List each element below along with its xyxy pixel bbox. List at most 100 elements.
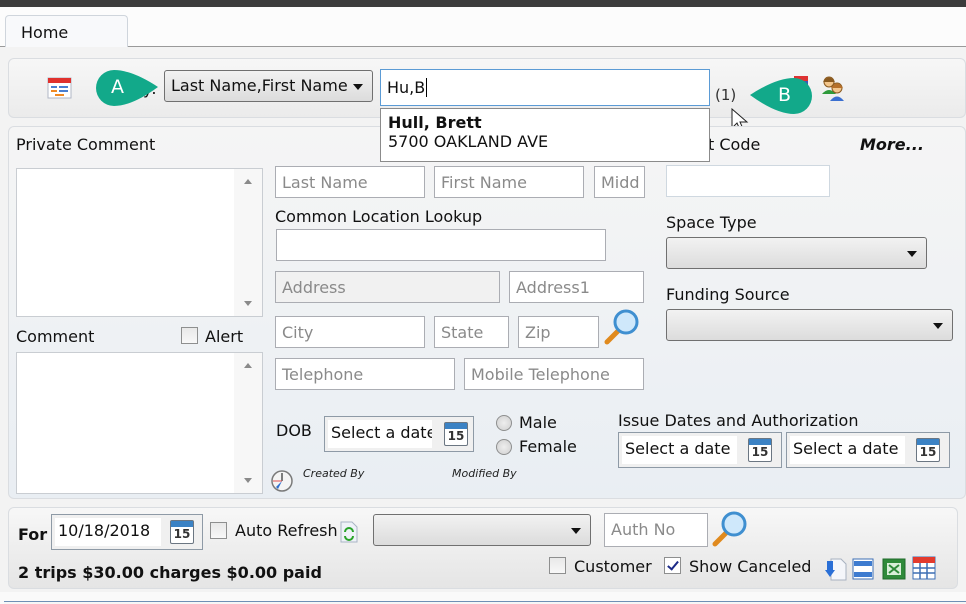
auto-refresh-label: Auto Refresh — [235, 521, 338, 540]
users-icon[interactable] — [820, 74, 848, 102]
more-link[interactable]: More... — [860, 135, 924, 154]
search-input[interactable]: Hu,B — [380, 69, 710, 106]
suggestion-name[interactable]: Hull, Brett — [388, 113, 709, 132]
table-icon[interactable] — [912, 556, 936, 580]
address-field[interactable]: Address — [275, 271, 500, 303]
scroll-down-icon[interactable] — [244, 301, 252, 306]
male-label: Male — [519, 413, 557, 432]
result-count: (1) — [715, 86, 737, 104]
search-suggestion-popup: Hull, Brett 5700 OAKLAND AVE — [380, 108, 710, 162]
show-canceled-checkbox[interactable] — [664, 557, 681, 574]
show-canceled-label: Show Canceled — [689, 557, 812, 576]
tab-home-label: Home — [21, 23, 69, 42]
female-radio[interactable] — [496, 439, 512, 455]
telephone-placeholder: Telephone — [282, 365, 364, 384]
address-search-icon[interactable] — [603, 308, 641, 346]
scroll-down-icon[interactable] — [244, 478, 252, 483]
address1-field[interactable]: Address1 — [509, 271, 644, 303]
text-cursor — [426, 78, 428, 97]
calendar-icon[interactable]: 15 — [170, 520, 194, 544]
scroll-up-icon[interactable] — [244, 363, 252, 368]
created-by-label: Created By — [303, 467, 365, 480]
auth-search-icon[interactable] — [711, 510, 749, 548]
issue-date-input[interactable]: Select a date — [622, 436, 737, 464]
male-radio[interactable] — [496, 415, 512, 431]
dob-input[interactable]: Select a date — [328, 420, 432, 448]
code-label: t Code — [708, 135, 761, 154]
mobile-telephone-field[interactable]: Mobile Telephone — [464, 358, 644, 390]
search-input-value: Hu,B — [387, 78, 426, 97]
dob-label: DOB — [276, 421, 312, 440]
trip-date-picker[interactable]: 10/18/2018 15 — [51, 514, 203, 550]
comment-scrollbar[interactable] — [234, 353, 262, 493]
calendar-list-icon[interactable] — [47, 77, 72, 99]
dob-datepicker[interactable]: Select a date 15 — [324, 416, 474, 452]
authorization-date-input[interactable]: Select a date — [790, 436, 905, 464]
city-placeholder: City — [282, 323, 314, 342]
callout-b-label: B — [778, 84, 792, 106]
state-placeholder: State — [441, 323, 484, 342]
first-name-field[interactable]: First Name — [434, 166, 584, 198]
refresh-icon[interactable] — [340, 521, 358, 543]
chevron-down-icon — [907, 251, 917, 257]
alert-checkbox[interactable] — [181, 327, 198, 344]
issue-date-picker[interactable]: Select a date 15 — [618, 432, 782, 468]
middle-name-field[interactable]: Midd — [594, 166, 645, 198]
female-label: Female — [519, 437, 577, 456]
private-comment-scrollbar[interactable] — [234, 169, 262, 316]
callout-a — [96, 70, 158, 106]
tab-home[interactable]: Home — [5, 15, 128, 47]
export-icon[interactable] — [825, 557, 847, 581]
middle-name-placeholder: Midd — [601, 173, 640, 192]
rows-icon[interactable] — [852, 558, 874, 580]
search-by-select[interactable]: Last Name,First Name — [164, 70, 373, 102]
history-icon[interactable] — [270, 469, 294, 493]
auth-no-placeholder: Auth No — [611, 520, 676, 539]
funding-source-label: Funding Source — [666, 285, 790, 304]
mobile-telephone-placeholder: Mobile Telephone — [471, 365, 610, 384]
calendar-icon[interactable]: 15 — [916, 438, 940, 462]
address1-placeholder: Address1 — [516, 278, 590, 297]
trip-summary: 2 trips $30.00 charges $0.00 paid — [18, 563, 322, 582]
common-location-input[interactable] — [276, 229, 606, 261]
trip-filter-select[interactable] — [373, 514, 591, 546]
auto-refresh-checkbox[interactable] — [210, 522, 227, 539]
modified-by-label: Modified By — [452, 467, 517, 480]
calendar-icon[interactable]: 15 — [444, 422, 468, 446]
address-placeholder: Address — [282, 278, 346, 297]
chevron-down-icon — [571, 528, 581, 534]
last-name-placeholder: Last Name — [282, 173, 368, 192]
funding-source-select[interactable] — [666, 309, 953, 341]
calendar-icon[interactable]: 15 — [748, 438, 772, 462]
excel-icon[interactable] — [882, 558, 906, 580]
comment-textarea[interactable] — [16, 352, 263, 494]
common-location-label: Common Location Lookup — [275, 207, 483, 226]
dob-placeholder: Select a date — [331, 423, 432, 442]
auth-no-field[interactable]: Auth No — [604, 513, 708, 547]
comment-label: Comment — [16, 327, 95, 346]
scroll-up-icon[interactable] — [244, 179, 252, 184]
trip-date-value: 10/18/2018 — [58, 521, 151, 540]
alert-label: Alert — [205, 327, 244, 346]
chevron-down-icon — [933, 323, 943, 329]
zip-field[interactable]: Zip — [518, 316, 599, 348]
suggestion-address[interactable]: 5700 OAKLAND AVE — [388, 132, 709, 151]
search-by-value: Last Name,First Name — [171, 76, 348, 95]
authorization-date-placeholder: Select a date — [793, 439, 899, 458]
issue-date-placeholder: Select a date — [625, 439, 731, 458]
state-field[interactable]: State — [434, 316, 509, 348]
code-input[interactable] — [666, 165, 830, 197]
space-type-select[interactable] — [666, 237, 927, 269]
trip-date-input[interactable]: 10/18/2018 — [55, 518, 161, 546]
customer-label: Customer — [574, 557, 652, 576]
space-type-label: Space Type — [666, 213, 757, 232]
first-name-placeholder: First Name — [441, 173, 527, 192]
customer-checkbox[interactable] — [549, 557, 566, 574]
zip-placeholder: Zip — [525, 323, 551, 342]
private-comment-textarea[interactable] — [16, 168, 263, 317]
authorization-date-picker[interactable]: Select a date 15 — [786, 432, 950, 468]
telephone-field[interactable]: Telephone — [275, 358, 455, 390]
city-field[interactable]: City — [275, 316, 425, 348]
last-name-field[interactable]: Last Name — [275, 166, 425, 198]
callout-a-label: A — [111, 76, 124, 98]
